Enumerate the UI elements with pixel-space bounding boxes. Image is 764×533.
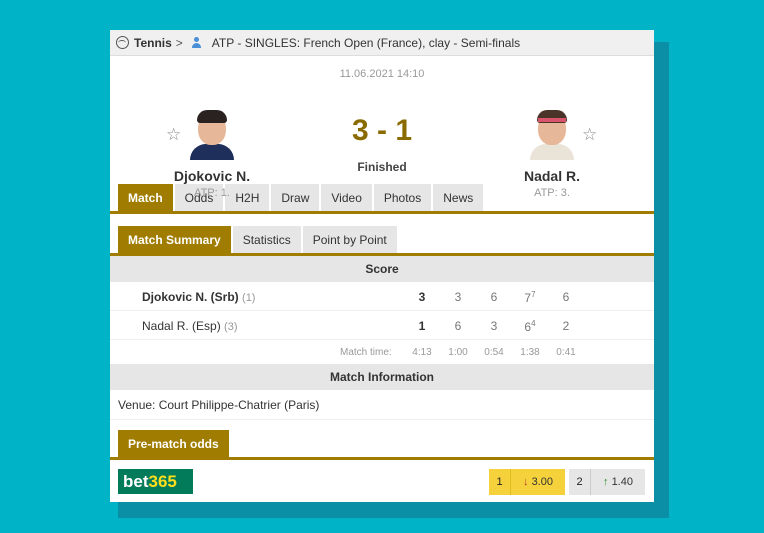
tab-video[interactable]: Video [321, 184, 372, 211]
odds-row: bet365 1 ↓ 3.00 2 ↑ 1.40 [110, 460, 654, 498]
set-time: 1:38 [520, 347, 540, 358]
player-icon [191, 37, 202, 48]
score-total: 1 [418, 319, 426, 333]
match-time-label: Match time: [340, 347, 392, 358]
breadcrumb-sport-link[interactable]: Tennis [134, 36, 172, 50]
odds-away-value: ↑ 1.40 [591, 469, 645, 495]
tab-match-summary[interactable]: Match Summary [118, 226, 231, 253]
tab-statistics[interactable]: Statistics [232, 226, 301, 253]
set-time: 0:54 [484, 347, 504, 358]
set-time: 0:41 [556, 347, 576, 358]
score-row-away: Nadal R. (Esp) (3) 1 6 3 64 2 [110, 311, 654, 340]
set-score: 3 [454, 290, 462, 304]
set-score: 6 [490, 290, 498, 304]
odds-home-value: ↓ 3.00 [511, 469, 565, 495]
match-card: Tennis > ATP - SINGLES: French Open (Fra… [110, 30, 654, 502]
odds-tabs: Pre-match odds [110, 430, 654, 460]
set-score: 64 [524, 319, 536, 334]
tab-draw[interactable]: Draw [271, 184, 320, 211]
score-row-home: Djokovic N. (Srb) (1) 3 3 6 77 6 [110, 282, 654, 311]
breadcrumb: Tennis > ATP - SINGLES: French Open (Fra… [110, 30, 654, 56]
tab-pre-match-odds[interactable]: Pre-match odds [118, 430, 229, 457]
tab-news[interactable]: News [433, 184, 484, 211]
set-score: 6 [562, 290, 570, 304]
score-total: 3 [418, 290, 426, 304]
away-player-name[interactable]: Nadal R. [492, 168, 612, 184]
odds-home-button[interactable]: 1 ↓ 3.00 [489, 469, 565, 495]
set-score: 77 [524, 290, 536, 305]
chevron-right-icon: > [175, 35, 183, 50]
home-player-rank: ATP: 1. [194, 187, 230, 199]
bet365-logo[interactable]: bet365 [118, 469, 193, 494]
odds-away-button[interactable]: 2 ↑ 1.40 [569, 469, 645, 495]
venue-text: Venue: Court Philippe-Chatrier (Paris) [110, 390, 654, 420]
away-player-photo[interactable] [526, 108, 578, 160]
match-header: 11.06.2021 14:10 ☆ Djokovic N. ATP: 1. 3… [110, 56, 654, 199]
set-score: 3 [490, 319, 498, 333]
match-datetime: 11.06.2021 14:10 [339, 68, 425, 80]
breadcrumb-competition-link[interactable]: ATP - SINGLES: French Open (France), cla… [212, 36, 520, 50]
set-time: 1:00 [448, 347, 468, 358]
set-score: 6 [454, 319, 462, 333]
odds-away-key: 2 [569, 469, 591, 495]
away-player: Nadal R. ATP: 3. [492, 108, 612, 199]
tennis-ball-icon [116, 36, 129, 49]
set-score: 2 [562, 319, 570, 333]
away-player-rank: ATP: 3. [534, 187, 570, 199]
arrow-down-icon: ↓ [523, 476, 529, 488]
tab-point-by-point[interactable]: Point by Point [302, 226, 397, 253]
odds-home-key: 1 [489, 469, 511, 495]
score-row-player[interactable]: Nadal R. (Esp) (3) [142, 319, 238, 333]
arrow-up-icon: ↑ [603, 476, 609, 488]
match-time-total: 4:13 [412, 347, 432, 358]
match-time-row: Match time: 4:13 1:00 0:54 1:38 0:41 [110, 340, 654, 364]
match-info-title: Match Information [110, 364, 654, 390]
tab-photos[interactable]: Photos [373, 184, 432, 211]
sub-tabs: Match Summary Statistics Point by Point [110, 226, 654, 256]
favorite-away-star-icon[interactable]: ☆ [582, 125, 597, 145]
score-row-player[interactable]: Djokovic N. (Srb) (1) [142, 290, 255, 304]
score-section-title: Score [110, 256, 654, 282]
